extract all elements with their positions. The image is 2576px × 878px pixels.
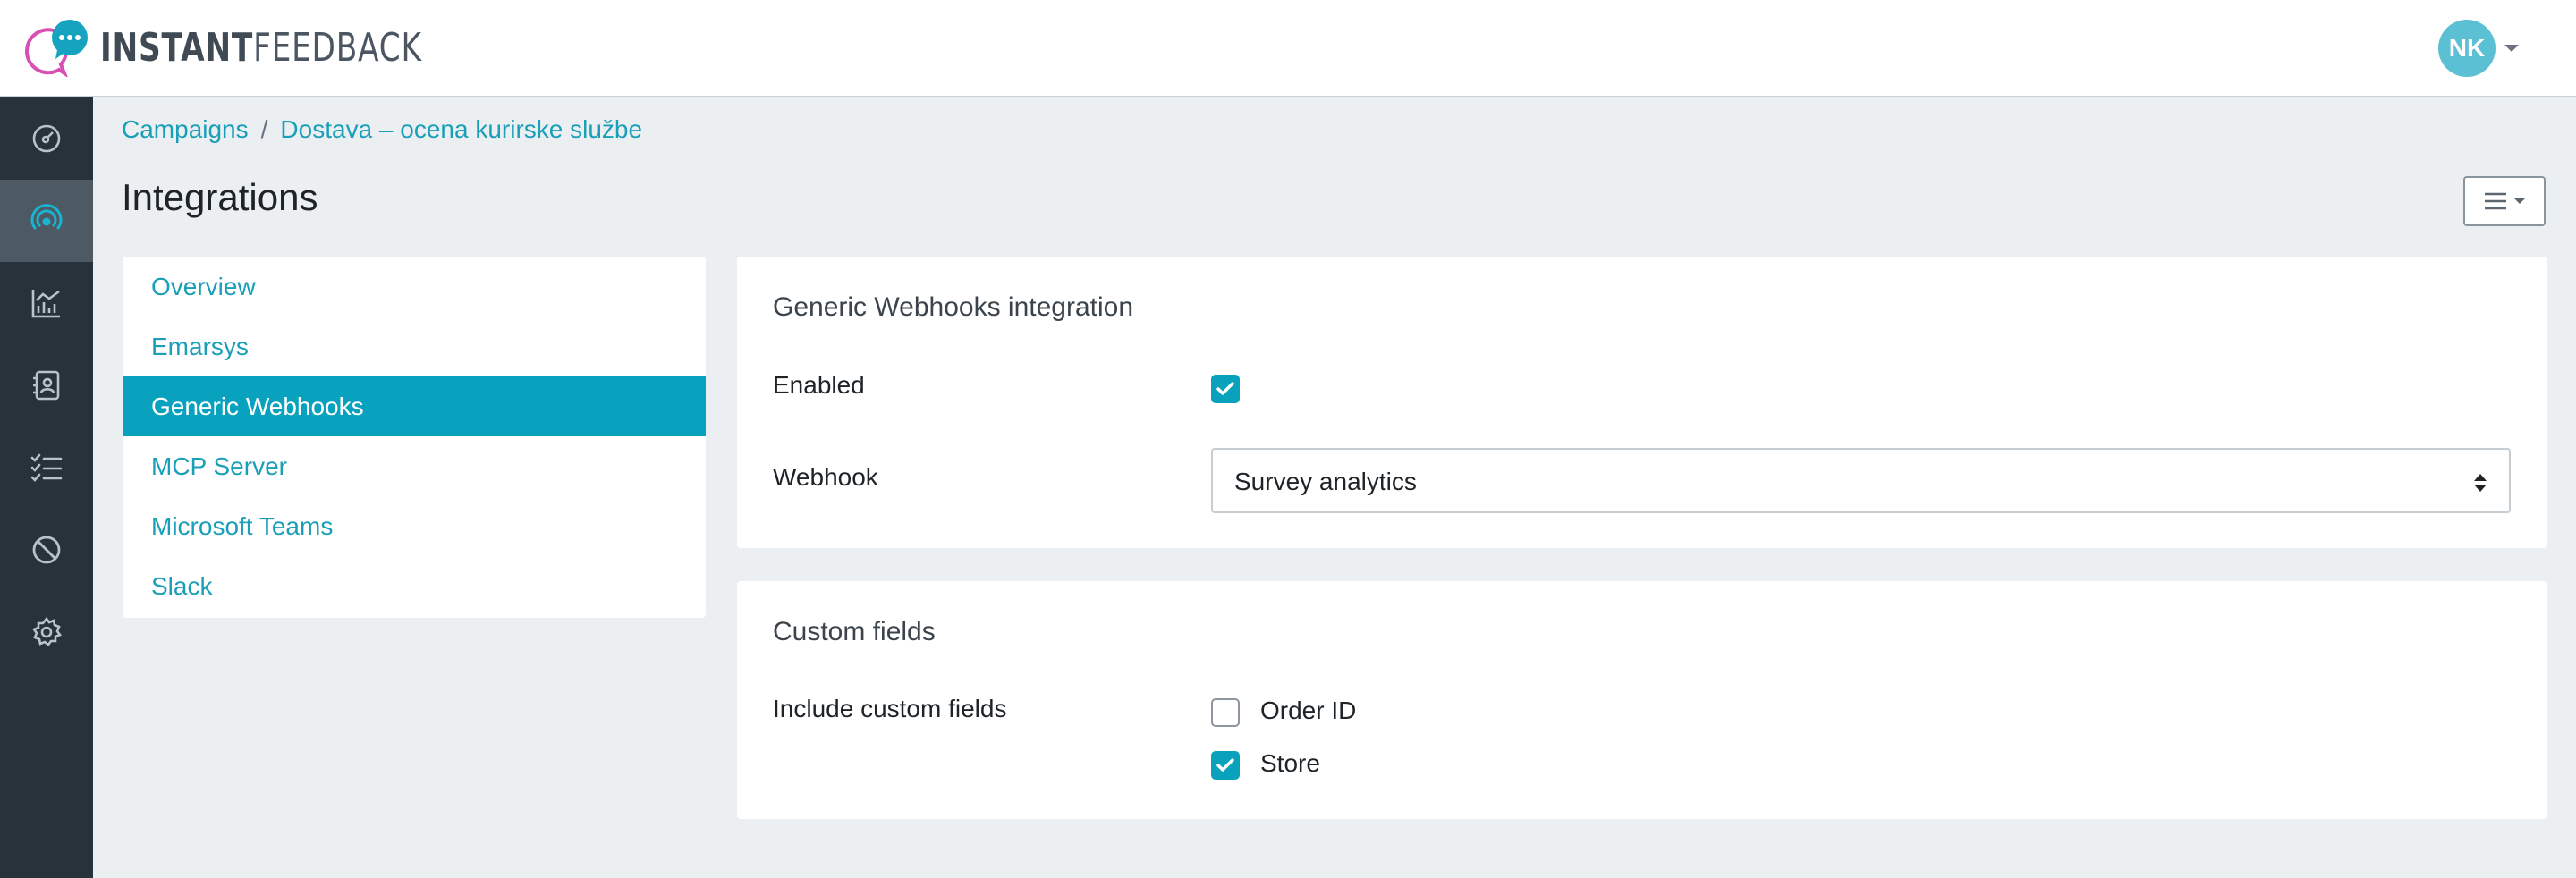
app-logo[interactable]: INSTANTFEEDBACK [20,18,513,77]
enabled-checkbox[interactable] [1211,375,1240,403]
user-menu[interactable]: NK [2438,20,2519,77]
sidebar-item-analytics[interactable] [0,262,93,344]
include-custom-fields-label: Include custom fields [773,695,1007,722]
actions-menu-button[interactable] [2463,176,2546,226]
sidebar-item-tasks[interactable] [0,426,93,509]
logo-text-light: FEEDBACK [253,24,422,71]
nav-item-microsoft-teams[interactable]: Microsoft Teams [123,496,706,556]
chevron-down-icon [2514,198,2525,204]
logo-wordmark: INSTANTFEEDBACK [100,25,422,71]
sidebar [0,97,93,878]
sidebar-item-dashboard[interactable] [0,97,93,180]
analytics-icon [31,290,60,318]
custom-fields-card: Custom fields Include custom fields Orde… [737,581,2547,819]
block-icon [32,536,61,564]
top-bar: INSTANTFEEDBACK NK [0,0,2576,97]
avatar[interactable]: NK [2438,20,2496,77]
sidebar-item-blocked[interactable] [0,509,93,591]
custom-fields-card-title: Custom fields [773,617,936,646]
webhooks-card: Generic Webhooks integration Enabled Web… [737,257,2547,548]
nav-item-slack[interactable]: Slack [123,556,706,616]
contacts-icon [33,370,60,401]
hamburger-icon [2485,192,2506,210]
webhook-label: Webhook [773,463,878,491]
sidebar-item-contacts[interactable] [0,344,93,426]
sidebar-item-campaigns[interactable] [0,180,93,262]
breadcrumb-separator: / [260,115,268,143]
logo-icon [24,20,88,77]
page-title: Integrations [122,176,318,218]
store-label[interactable]: Store [1260,749,1320,778]
checkmark-icon [1216,758,1234,772]
checkmark-icon [1216,382,1234,395]
nav-item-overview[interactable]: Overview [123,257,706,317]
settings-icon [31,616,63,646]
logo-text-strong: INSTANT [100,24,254,71]
sidebar-item-settings[interactable] [0,591,93,673]
webhook-select[interactable]: Survey analytics [1211,448,2511,513]
nav-item-mcp-server[interactable]: MCP Server [123,436,706,496]
store-checkbox[interactable] [1211,751,1240,780]
dashboard-icon [32,124,61,153]
webhooks-card-title: Generic Webhooks integration [773,292,1134,322]
main-content: Campaigns / Dostava – ocena kurirske služb… [93,97,2576,878]
nav-item-emarsys[interactable]: Emarsys [123,317,706,376]
tasks-icon [30,453,63,482]
webhook-select-value: Survey analytics [1234,468,1417,495]
nav-item-generic-webhooks[interactable]: Generic Webhooks [123,376,706,436]
breadcrumb-campaign[interactable]: Dostava – ocena kurirske službe [280,115,642,143]
breadcrumb: Campaigns / Dostava – ocena kurirske služb… [122,115,642,144]
integrations-nav: Overview Emarsys Generic Webhooks MCP Se… [123,257,706,618]
chevron-down-icon [2504,45,2519,52]
breadcrumb-campaigns[interactable]: Campaigns [122,115,249,143]
enabled-label: Enabled [773,371,865,399]
select-arrows-icon [2474,474,2487,492]
order-id-checkbox[interactable] [1211,698,1240,727]
order-id-label[interactable]: Order ID [1260,696,1356,725]
broadcast-icon [30,204,63,230]
